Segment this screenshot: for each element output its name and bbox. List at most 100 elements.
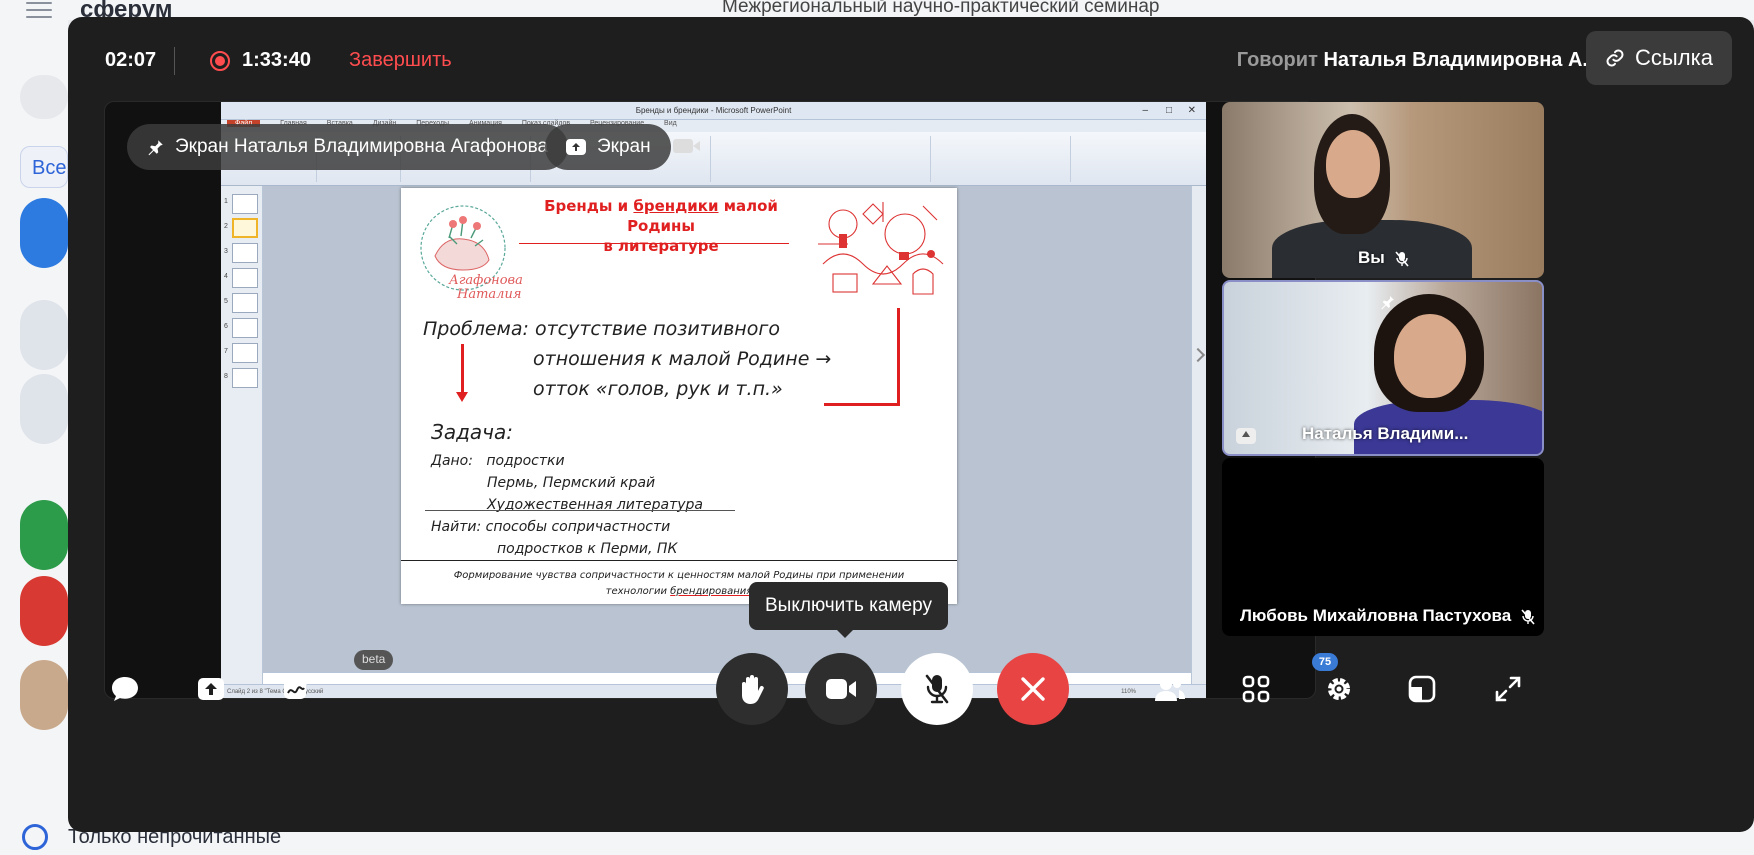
- problem-text: Проблема: отсутствие позитивного отношен…: [423, 318, 832, 400]
- powerpoint-window-title: Бренды и брендики - Microsoft PowerPoint: [635, 106, 792, 115]
- ribbon-tab: Вид: [664, 120, 677, 127]
- video-feed: [1394, 314, 1466, 398]
- slide-thumbnail-selected: [232, 218, 258, 238]
- groups-avatar[interactable]: [20, 374, 68, 444]
- participants-icon: [1155, 678, 1185, 701]
- slide-title: Бренды и брендики малой Родины в литерат…: [544, 197, 778, 255]
- slide-thumbnail: [232, 368, 258, 388]
- grid-icon: [1242, 675, 1270, 703]
- background-sidebar: Все: [0, 20, 68, 855]
- task-heading: Задача:: [431, 420, 513, 444]
- recording-icon: [210, 51, 230, 71]
- whiteboard-button[interactable]: [273, 665, 321, 713]
- layout-grid-button[interactable]: [1232, 665, 1280, 713]
- raise-hand-button[interactable]: [716, 653, 788, 725]
- speaker-label: Говорит: [1236, 49, 1318, 71]
- fullscreen-button[interactable]: [1484, 665, 1532, 713]
- call-timer: 02:07: [105, 49, 157, 71]
- maximize-icon: □: [1165, 105, 1172, 116]
- menu-icon[interactable]: [26, 2, 52, 18]
- down-arrow: [456, 344, 468, 402]
- call-topbar: 02:07 1:33:40 Завершить Говорит Наталья …: [68, 17, 1754, 101]
- footer-divider: [401, 560, 957, 561]
- thumb-number: 6: [224, 323, 228, 330]
- camera-icon: [826, 679, 856, 699]
- contacts-avatar[interactable]: [20, 300, 68, 370]
- participant-tile[interactable]: Любовь Михайловна Пастухова: [1222, 458, 1544, 636]
- link-icon: [1606, 49, 1624, 67]
- thumb-number: 4: [224, 273, 228, 280]
- chat-button[interactable]: [101, 665, 149, 713]
- copy-link-label: Ссылка: [1635, 45, 1713, 70]
- picture-in-picture-button[interactable]: [1398, 665, 1446, 713]
- pip-icon: [1408, 675, 1436, 703]
- participant-tile-presenter[interactable]: Наталья Владими...: [1222, 280, 1544, 456]
- powerpoint-scrollbar: [1191, 186, 1206, 684]
- hangup-button[interactable]: [997, 653, 1069, 725]
- participants-button[interactable]: [1146, 665, 1194, 713]
- share-screen-button[interactable]: [187, 665, 235, 713]
- share-icon: [566, 139, 586, 155]
- pin-icon: [148, 140, 163, 156]
- slide-thumbnail: [232, 343, 258, 363]
- screen-share-icon: [1236, 428, 1256, 444]
- screen-share-stage[interactable]: Бренды и брендики - Microsoft PowerPoint…: [104, 101, 1316, 699]
- share-screen-icon: [198, 678, 224, 700]
- thumb-number: 2: [224, 223, 228, 230]
- shared-screen: Бренды и брендики - Microsoft PowerPoint…: [221, 102, 1206, 698]
- calendar-avatar[interactable]: [20, 500, 68, 570]
- mic-off-icon: [925, 674, 949, 704]
- slide-canvas: Агафонова Наталия Бренды и брендики малой…: [263, 186, 1191, 684]
- slide-thumbnail: [232, 194, 258, 214]
- chat-title: Межрегиональный научно-практический семи…: [722, 0, 1160, 17]
- user-avatar[interactable]: [20, 576, 68, 646]
- slide-thumbnail: [232, 318, 258, 338]
- settings-button[interactable]: [1315, 665, 1363, 713]
- search-icon[interactable]: [20, 75, 68, 119]
- whiteboard-icon: [284, 677, 312, 699]
- raise-hand-icon: [742, 675, 764, 704]
- ribbon-group: [931, 136, 1071, 182]
- zoom-level: 110%: [1121, 689, 1136, 695]
- screen-view-button[interactable]: Экран: [545, 124, 671, 170]
- screen-owner-label: Экран Наталья Владимировна Агафонова: [175, 136, 549, 157]
- camera-button[interactable]: [805, 653, 877, 725]
- screen-owner-chip[interactable]: Экран Наталья Владимировна Агафонова: [127, 124, 569, 170]
- stop-recording-button[interactable]: Завершить: [349, 49, 452, 72]
- mic-off-icon: [1394, 250, 1409, 267]
- copy-link-button[interactable]: Ссылка: [1586, 31, 1732, 85]
- gear-icon: [1328, 678, 1350, 700]
- screen-view-label: Экран: [597, 136, 651, 157]
- powerpoint-titlebar: Бренды и брендики - Microsoft PowerPoint…: [221, 102, 1206, 120]
- thumb-number: 3: [224, 248, 228, 255]
- minimize-icon: –: [1142, 105, 1148, 116]
- ribbon-group: [711, 136, 931, 182]
- unread-filter-icon[interactable]: [22, 824, 48, 850]
- slide-thumbnail: [232, 268, 258, 288]
- recording-timer: 1:33:40: [242, 49, 311, 71]
- speaker-name: Наталья Владимировна А.: [1323, 49, 1588, 71]
- camera-icon[interactable]: [673, 139, 700, 153]
- participant-name: Любовь Михайловна Пастухова: [1240, 606, 1535, 626]
- divider: [174, 47, 175, 75]
- task-divider: [425, 510, 735, 511]
- task-text: Дано: подростки Пермь, Пермский край Худ…: [431, 453, 704, 557]
- active-speaker: Говорит Наталья Владимировна А.: [1237, 49, 1588, 72]
- slide-thumbnail: [232, 243, 258, 263]
- mic-off-icon: [1521, 608, 1535, 625]
- fullscreen-icon: [1495, 676, 1521, 702]
- filter-all-chip[interactable]: Все: [20, 146, 68, 188]
- participant-tile-self[interactable]: Вы: [1222, 102, 1544, 278]
- pin-icon: [1381, 296, 1394, 310]
- doodle-illustration: [815, 196, 947, 302]
- beta-badge: beta: [354, 650, 394, 670]
- microphone-button[interactable]: [901, 653, 973, 725]
- slide: Агафонова Наталия Бренды и брендики малой…: [401, 188, 957, 604]
- participant-name: Вы: [1358, 248, 1409, 268]
- thumb-number: 7: [224, 348, 228, 355]
- participant-name: Наталья Владими...: [1302, 424, 1469, 443]
- thumb-number: 1: [224, 198, 228, 205]
- profile-avatar[interactable]: [20, 660, 68, 730]
- title-underline: [519, 243, 789, 244]
- chat-avatar[interactable]: [20, 198, 68, 268]
